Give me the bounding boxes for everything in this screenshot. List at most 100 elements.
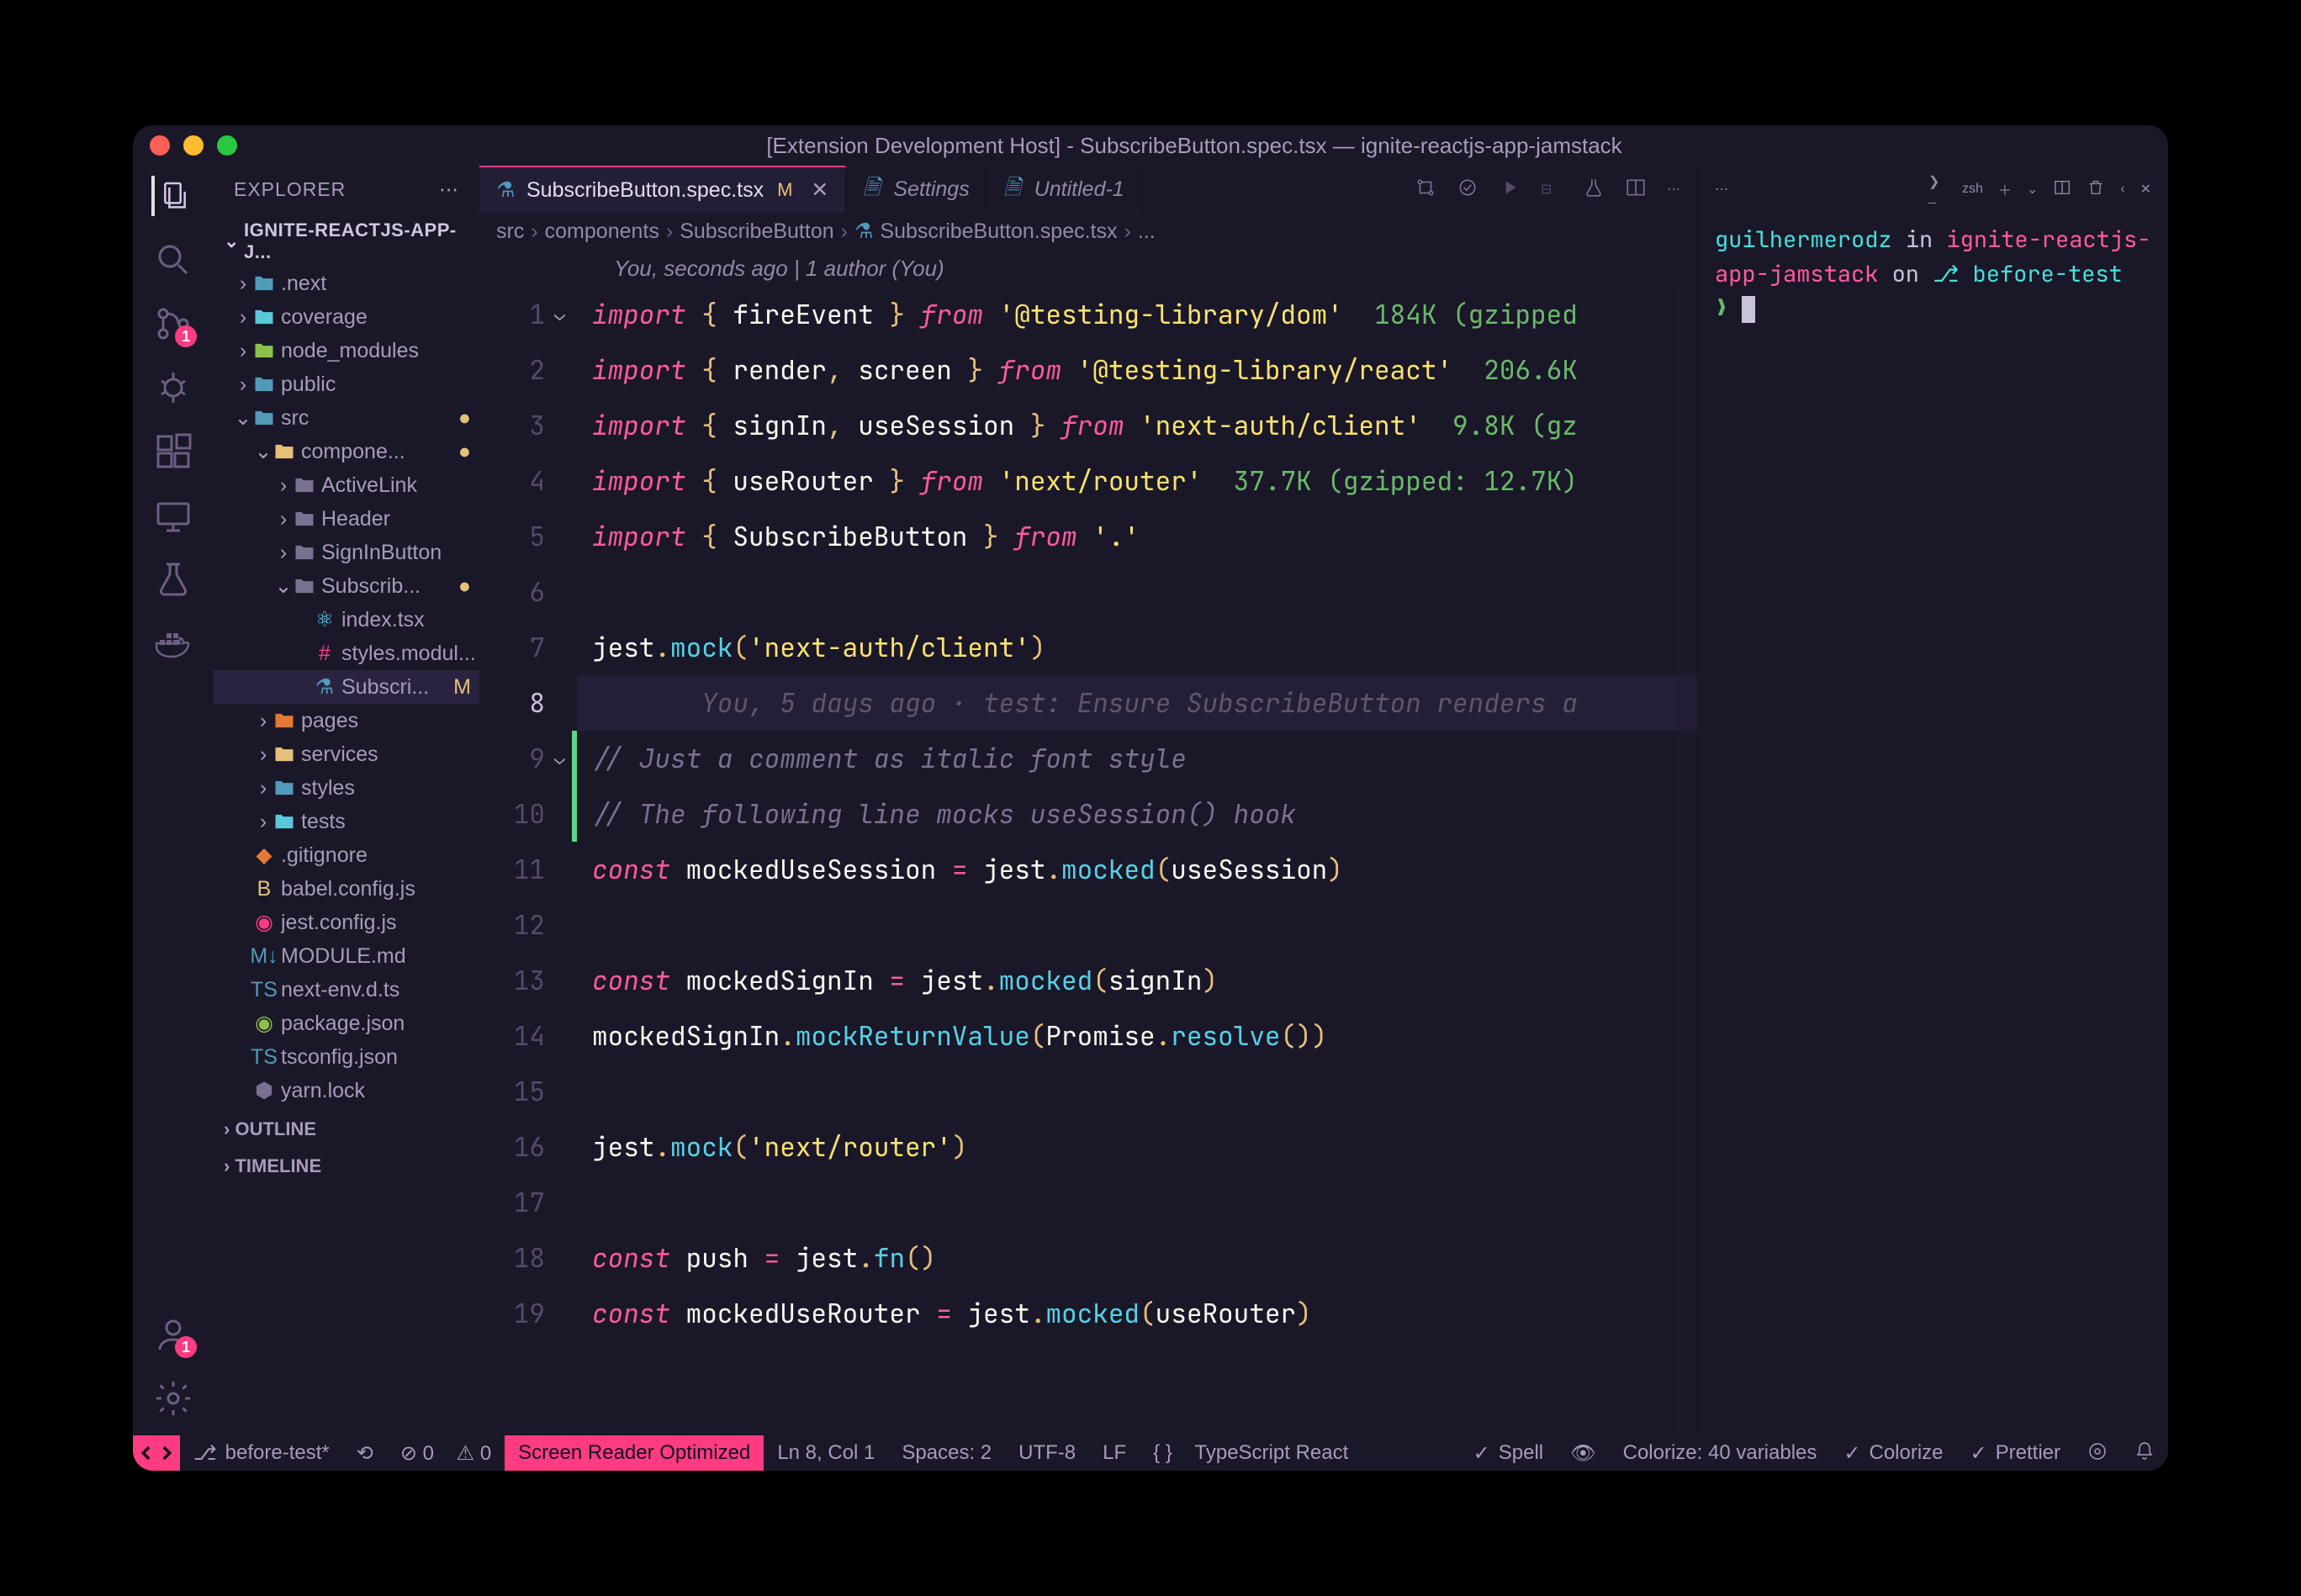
folder-item[interactable]: ⌄src● [214,401,479,435]
explorer-icon[interactable] [151,176,192,216]
code-line[interactable] [577,897,1697,953]
code-line[interactable]: const push = jest.fn() [577,1230,1697,1286]
docker-icon[interactable] [153,623,193,663]
project-header[interactable]: ⌄ IGNITE-REACTJS-APP-J... [214,216,479,267]
code-line[interactable] [577,1064,1697,1119]
folder-item[interactable]: ›node_modules [214,334,479,367]
folder-item[interactable]: ›Header [214,502,479,536]
timeline-section[interactable]: › TIMELINE [214,1148,479,1185]
folder-item[interactable]: ⌄Subscrib...● [214,569,479,603]
code-line[interactable] [577,564,1697,620]
code-line[interactable]: import { useRouter } from 'next/router' … [577,453,1697,509]
debug-icon[interactable] [153,367,193,408]
spell-status[interactable]: ✓Spell [1460,1441,1557,1466]
eye-status[interactable]: 👁 [1557,1441,1609,1466]
code-line[interactable]: const mockedUseRouter = jest.mocked(useR… [577,1286,1697,1341]
line-number[interactable]: 10 [479,786,562,842]
file-item[interactable]: TStsconfig.json [214,1040,479,1074]
file-item[interactable]: ◉package.json [214,1007,479,1040]
tab-settings[interactable]: 🗎Settings [846,166,987,213]
sync-status[interactable]: ⟲ [343,1435,387,1471]
minimize-window-button[interactable] [183,135,204,156]
tab-untitled-1[interactable]: 🗎Untitled-1 [987,166,1142,213]
folder-item[interactable]: ›.next [214,267,479,300]
branch-status[interactable]: ⎇before-test* [180,1435,343,1471]
code-line[interactable]: import { SubscribeButton } from '.' [577,509,1697,564]
close-terminal-icon[interactable]: ✕ [2140,181,2151,198]
code-content[interactable]: import { fireEvent } from '@testing-libr… [577,287,1697,1435]
file-item[interactable]: Bbabel.config.js [214,872,479,906]
code-line[interactable]: jest.mock('next-auth/client') [577,620,1697,675]
code-line[interactable]: import { fireEvent } from '@testing-libr… [577,287,1697,342]
line-number[interactable]: 16 [479,1119,562,1175]
language-status[interactable]: { } TypeScript React [1140,1435,1362,1471]
more-tab-actions-icon[interactable]: ⋯ [1667,181,1680,198]
extensions-icon[interactable] [153,431,193,472]
more-actions-icon[interactable]: ⋯ [439,178,459,201]
new-terminal-icon[interactable]: ＋ [1998,179,2012,199]
terminal-shell-icon[interactable]: ❯_ [1928,173,1947,205]
line-number[interactable]: 17 [479,1175,562,1230]
breadcrumb-segment[interactable]: SubscribeButton.spec.tsx [880,219,1117,244]
split-icon[interactable]: ⊟ [1541,181,1563,198]
screen-reader-status[interactable]: Screen Reader Optimized [505,1435,764,1471]
line-number[interactable]: 15 [479,1064,562,1119]
file-item[interactable]: ⬢yarn.lock [214,1074,479,1107]
folder-item[interactable]: ›public [214,367,479,401]
line-number[interactable]: 3 [479,398,562,453]
search-icon[interactable] [153,240,193,280]
line-number[interactable]: 19 [479,1286,562,1341]
close-tab-icon[interactable]: ✕ [811,177,828,203]
tab-subscribebutton-spec-tsx[interactable]: ⚗SubscribeButton.spec.tsxM✕ [479,166,846,213]
colorize-status[interactable]: Colorize: 40 variables [1610,1441,1831,1465]
breadcrumb-segment[interactable]: ... [1138,219,1156,244]
line-number[interactable]: 7 [479,620,562,675]
line-number[interactable]: 4 [479,453,562,509]
test-icon[interactable] [153,559,193,600]
code-line[interactable]: const mockedUseSession = jest.mocked(use… [577,842,1697,897]
line-number[interactable]: 1⌄ [479,287,562,342]
account-icon[interactable]: 1 [153,1314,193,1355]
code-line[interactable]: jest.mock('next/router') [577,1119,1697,1175]
fold-icon[interactable]: ⌄ [554,749,565,768]
bell-icon[interactable] [2121,1441,2168,1461]
prev-terminal-icon[interactable]: ‹ [2120,182,2124,197]
line-number[interactable]: 5 [479,509,562,564]
file-item[interactable]: ⚗Subscri...M [214,670,479,704]
breadcrumb-segment[interactable]: SubscribeButton [680,219,833,244]
cursor-position[interactable]: Ln 8, Col 1 [764,1435,888,1471]
feedback-icon[interactable] [2074,1441,2121,1461]
code-line[interactable]: const mockedSignIn = jest.mocked(signIn) [577,953,1697,1008]
line-number[interactable]: 13 [479,953,562,1008]
line-number[interactable]: 9⌄ [479,731,562,786]
line-number[interactable]: 12 [479,897,562,953]
line-number[interactable]: 2 [479,342,562,398]
source-control-icon[interactable]: 1 [153,304,193,344]
fold-icon[interactable]: ⌄ [554,305,565,324]
folder-item[interactable]: ›ActiveLink [214,468,479,502]
terminal-dropdown-icon[interactable]: ⌄ [2027,181,2038,198]
code-line[interactable] [577,1175,1697,1230]
codelens[interactable]: You, seconds ago | 1 author (You) [479,250,1697,287]
prettier-status[interactable]: ✓Prettier [1957,1441,2074,1466]
file-item[interactable]: M↓MODULE.md [214,939,479,973]
code-line[interactable]: You, 5 days ago · test: Ensure Subscribe… [577,675,1697,731]
file-item[interactable]: TSnext-env.d.ts [214,973,479,1007]
folder-item[interactable]: ›styles [214,771,479,805]
split-editor-icon[interactable] [1625,177,1647,203]
kill-terminal-icon[interactable] [2087,178,2105,201]
lab-icon[interactable] [1583,177,1605,203]
breadcrumb-segment[interactable]: src [496,219,524,244]
colorize2-status[interactable]: ✓Colorize [1830,1441,1956,1466]
line-number[interactable]: 18 [479,1230,562,1286]
terminal-body[interactable]: guilhermerodz in ignite-reactjs-app-jams… [1698,213,2168,1435]
folder-item[interactable]: ›SignInButton [214,536,479,569]
line-number[interactable]: 14 [479,1008,562,1064]
folder-item[interactable]: ⌄compone...● [214,435,479,468]
line-number[interactable]: 8 [479,675,562,731]
breadcrumb-segment[interactable]: components [545,219,659,244]
code-line[interactable]: // The following line mocks useSession()… [577,786,1697,842]
remote-icon[interactable] [153,495,193,536]
folder-item[interactable]: ›tests [214,805,479,838]
folder-item[interactable]: ›services [214,737,479,771]
